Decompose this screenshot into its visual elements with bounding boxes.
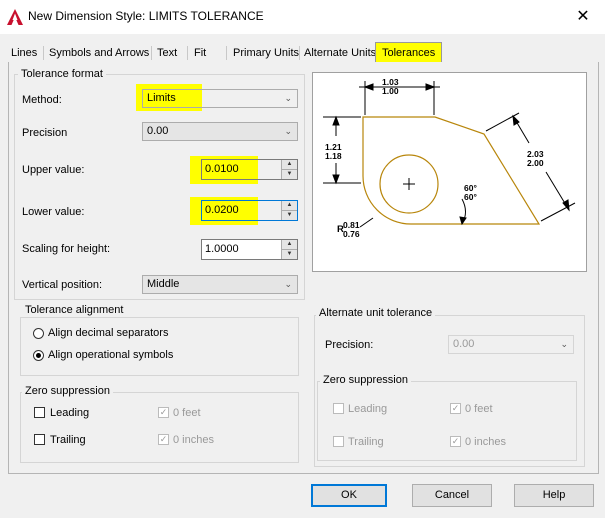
alt-precision-value: 0.00	[453, 338, 475, 350]
lower-value-input[interactable]: 0.0200	[205, 204, 239, 216]
align-operational-label[interactable]: Align operational symbols	[48, 349, 173, 361]
radius-lower-text: 0.76	[343, 229, 360, 239]
upper-value-spinner[interactable]: 0.0100 ▲ ▼	[201, 159, 298, 180]
alt-zero-suppression-legend: Zero suppression	[320, 374, 411, 386]
check-icon: ✓	[159, 407, 168, 417]
check-icon: ✓	[451, 436, 460, 446]
upper-value-spin-buttons[interactable]: ▲ ▼	[281, 160, 297, 179]
zero-feet-checkbox[interactable]: ✓	[158, 407, 169, 418]
alt-precision-dropdown[interactable]: 0.00 ⌄	[448, 335, 574, 354]
alt-zero-feet-checkbox[interactable]: ✓	[450, 403, 461, 414]
tab-separator	[43, 46, 44, 60]
zero-inches-label: 0 inches	[173, 434, 214, 446]
tab-separator	[187, 46, 188, 60]
precision-dropdown[interactable]: 0.00 ⌄	[142, 122, 298, 141]
chevron-down-icon: ⌄	[284, 93, 292, 103]
vertical-position-label: Vertical position:	[22, 279, 103, 291]
scaling-input[interactable]: 1.0000	[205, 243, 239, 255]
ok-button[interactable]: OK	[311, 484, 387, 507]
tab-separator	[226, 46, 227, 60]
tolerance-format-legend: Tolerance format	[18, 68, 106, 80]
tab-symbols-and-arrows[interactable]: Symbols and Arrows	[49, 44, 149, 62]
alt-zero-feet-label: 0 feet	[465, 403, 493, 415]
tab-primary-units[interactable]: Primary Units	[233, 44, 299, 62]
align-decimal-radio[interactable]	[33, 328, 44, 339]
chevron-down-icon: ⌄	[284, 279, 292, 289]
window-title: New Dimension Style: LIMITS TOLERANCE	[28, 9, 264, 23]
method-dropdown[interactable]: Limits ⌄	[142, 89, 298, 108]
alternate-unit-tolerance-legend: Alternate unit tolerance	[316, 307, 436, 319]
alt-zero-inches-checkbox[interactable]: ✓	[450, 436, 461, 447]
alt-zero-suppression-group	[317, 381, 577, 461]
alt-precision-label: Precision:	[325, 339, 374, 351]
chevron-down-icon: ⌄	[284, 126, 292, 136]
align-decimal-label[interactable]: Align decimal separators	[48, 327, 168, 339]
tab-text[interactable]: Text	[157, 44, 177, 62]
right-lower-text: 2.00	[527, 158, 544, 168]
zero-suppression-group	[20, 392, 299, 463]
chevron-down-icon: ⌄	[560, 339, 568, 349]
lower-value-label: Lower value:	[22, 206, 85, 218]
spin-up-icon[interactable]: ▲	[282, 201, 297, 211]
angle-lower-text: 60°	[464, 192, 477, 202]
check-icon: ✓	[451, 403, 460, 413]
leading-label[interactable]: Leading	[50, 407, 89, 419]
spin-down-icon[interactable]: ▼	[282, 211, 297, 220]
tolerance-alignment-legend: Tolerance alignment	[22, 304, 127, 316]
close-button[interactable]: ✕	[572, 7, 594, 27]
cancel-button[interactable]: Cancel	[412, 484, 492, 507]
zero-inches-checkbox[interactable]: ✓	[158, 434, 169, 445]
top-lower-text: 1.00	[382, 86, 399, 96]
tab-separator	[299, 46, 300, 60]
precision-value: 0.00	[147, 125, 169, 137]
tab-lines[interactable]: Lines	[11, 44, 37, 62]
alt-leading-label: Leading	[348, 403, 388, 415]
tab-separator	[151, 46, 152, 60]
zero-suppression-legend: Zero suppression	[22, 385, 113, 397]
spin-down-icon[interactable]: ▼	[282, 250, 297, 259]
method-value: Limits	[147, 92, 176, 104]
trailing-checkbox[interactable]	[34, 434, 45, 445]
scaling-spin-buttons[interactable]: ▲ ▼	[281, 240, 297, 259]
autocad-logo-icon	[7, 9, 23, 25]
vertical-position-value: Middle	[147, 278, 180, 290]
tolerance-alignment-group	[20, 317, 299, 376]
spin-up-icon[interactable]: ▲	[282, 240, 297, 250]
align-operational-radio[interactable]	[33, 350, 44, 361]
alt-trailing-checkbox[interactable]	[333, 436, 344, 447]
leading-checkbox[interactable]	[34, 407, 45, 418]
help-button[interactable]: Help	[514, 484, 594, 507]
check-icon: ✓	[159, 434, 168, 444]
preview-pane: 1.03 1.00 1.21 1.18 2.03 2.00 60° 60° R …	[312, 72, 587, 272]
upper-value-input[interactable]: 0.0100	[205, 163, 239, 175]
trailing-label[interactable]: Trailing	[50, 434, 86, 446]
spin-up-icon[interactable]: ▲	[282, 160, 297, 170]
vertical-position-dropdown[interactable]: Middle ⌄	[142, 275, 298, 294]
method-label: Method:	[22, 94, 62, 106]
part-outline	[362, 116, 541, 225]
upper-value-label: Upper value:	[22, 164, 85, 176]
alt-leading-checkbox[interactable]	[333, 403, 344, 414]
precision-label: Precision	[22, 127, 68, 139]
scaling-spinner[interactable]: 1.0000 ▲ ▼	[201, 239, 298, 260]
tab-tolerances[interactable]: Tolerances	[375, 42, 443, 63]
left-lower-text: 1.18	[325, 151, 342, 161]
alt-zero-inches-label: 0 inches	[465, 436, 506, 448]
scaling-label: Scaling for height:	[22, 243, 111, 255]
lower-value-spin-buttons[interactable]: ▲ ▼	[281, 201, 297, 220]
dimension-preview-drawing: 1.03 1.00 1.21 1.18 2.03 2.00 60° 60° R …	[323, 77, 576, 239]
tab-alternate-units[interactable]: Alternate Units	[304, 44, 376, 62]
tab-fit[interactable]: Fit	[194, 44, 206, 62]
lower-value-spinner[interactable]: 0.0200 ▲ ▼	[201, 200, 298, 221]
alt-trailing-label: Trailing	[348, 436, 384, 448]
spin-down-icon[interactable]: ▼	[282, 170, 297, 179]
zero-feet-label: 0 feet	[173, 407, 201, 419]
